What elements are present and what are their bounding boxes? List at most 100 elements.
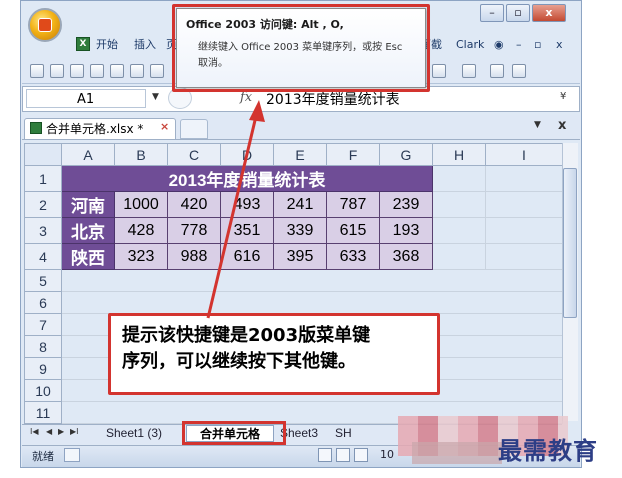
row-header[interactable]: 2: [24, 191, 62, 218]
cell[interactable]: [485, 243, 563, 270]
name-box[interactable]: A1: [26, 89, 146, 108]
data-cell[interactable]: 239: [379, 191, 433, 218]
column-header[interactable]: E: [273, 143, 327, 166]
data-cell[interactable]: 323: [114, 243, 168, 270]
formula-input[interactable]: 2013年度销量统计表: [266, 89, 400, 109]
tab-insert[interactable]: 插入: [134, 37, 156, 53]
ribbon-restore-button[interactable]: ▫: [534, 37, 541, 53]
window-minimize-button[interactable]: –: [480, 4, 504, 22]
city-cell[interactable]: 陕西: [61, 243, 115, 270]
column-header[interactable]: A: [61, 143, 115, 166]
column-header[interactable]: C: [167, 143, 221, 166]
column-header[interactable]: H: [432, 143, 486, 166]
data-cell[interactable]: 633: [326, 243, 380, 270]
data-cell[interactable]: 368: [379, 243, 433, 270]
document-close-button[interactable]: x: [558, 118, 566, 133]
row-header[interactable]: 10: [24, 379, 62, 402]
row-header[interactable]: 9: [24, 357, 62, 380]
normal-view-icon[interactable]: [318, 448, 332, 462]
ribbon-close-button[interactable]: x: [556, 37, 563, 53]
data-cell[interactable]: 615: [326, 217, 380, 244]
formula-expand-icon[interactable]: ¥: [560, 91, 566, 102]
borders-icon[interactable]: [462, 64, 476, 78]
data-cell[interactable]: 428: [114, 217, 168, 244]
macro-record-icon[interactable]: [64, 448, 80, 462]
data-cell[interactable]: 787: [326, 191, 380, 218]
data-cell[interactable]: 1000: [114, 191, 168, 218]
window-controls: – ▫ x: [480, 4, 568, 24]
workbook-icon: [30, 122, 42, 134]
city-cell[interactable]: 北京: [61, 217, 115, 244]
column-header[interactable]: B: [114, 143, 168, 166]
insert-function-icon[interactable]: fx: [240, 90, 252, 105]
column-header[interactable]: D: [220, 143, 274, 166]
name-box-value: A1: [77, 92, 95, 107]
data-cell[interactable]: 778: [167, 217, 221, 244]
ribbon-minimize-button[interactable]: –: [516, 37, 522, 53]
sheet-tab[interactable]: SH: [335, 425, 352, 442]
sheet-nav-first-icon[interactable]: I◀: [30, 427, 39, 436]
empty-row[interactable]: [61, 291, 563, 314]
page-break-view-icon[interactable]: [354, 448, 368, 462]
row-header[interactable]: 4: [24, 243, 62, 270]
sheet-nav-prev-icon[interactable]: ◀: [46, 427, 52, 436]
tab-list-dropdown-icon[interactable]: ▼: [534, 120, 541, 130]
new-document-tab-button[interactable]: [180, 119, 208, 139]
paste-icon[interactable]: [150, 64, 164, 78]
row-header[interactable]: 1: [24, 165, 62, 192]
sheet-nav-last-icon[interactable]: ▶I: [70, 427, 79, 436]
zoom-level[interactable]: 10: [380, 448, 394, 461]
new-file-icon[interactable]: [70, 64, 84, 78]
cut-icon[interactable]: [50, 64, 64, 78]
cell[interactable]: [432, 217, 486, 244]
data-cell[interactable]: 616: [220, 243, 274, 270]
window-restore-button[interactable]: ▫: [505, 4, 530, 22]
empty-row[interactable]: [61, 269, 563, 292]
data-cell[interactable]: 395: [273, 243, 327, 270]
merge-cells-icon[interactable]: [490, 64, 504, 78]
page-layout-view-icon[interactable]: [336, 448, 350, 462]
data-cell[interactable]: 493: [220, 191, 274, 218]
print-preview-icon[interactable]: [110, 64, 124, 78]
tab-home[interactable]: 开始: [96, 37, 118, 53]
city-cell[interactable]: 河南: [61, 191, 115, 218]
row-header[interactable]: 3: [24, 217, 62, 244]
select-all-corner[interactable]: [24, 143, 62, 166]
data-cell[interactable]: 988: [167, 243, 221, 270]
cell[interactable]: [485, 165, 563, 192]
office-button-icon[interactable]: [28, 8, 62, 42]
save-icon[interactable]: [90, 64, 104, 78]
data-cell[interactable]: 351: [220, 217, 274, 244]
cell[interactable]: [432, 165, 486, 192]
sheet-nav-next-icon[interactable]: ▶: [58, 427, 64, 436]
row-header[interactable]: 8: [24, 335, 62, 358]
cell[interactable]: [485, 191, 563, 218]
name-box-dropdown-icon[interactable]: ▼: [152, 92, 159, 102]
sheet-tab[interactable]: Sheet1 (3): [106, 425, 162, 442]
fill-icon[interactable]: [512, 64, 526, 78]
font-color-icon[interactable]: [432, 64, 446, 78]
merged-title-cell[interactable]: 2013年度销量统计表: [61, 165, 433, 192]
spellcheck-icon[interactable]: [130, 64, 144, 78]
copy-icon[interactable]: [30, 64, 44, 78]
callout-text: 提示该快捷键是2003版菜单键 序列，可以继续按下其他键。: [122, 323, 438, 375]
column-header[interactable]: F: [326, 143, 380, 166]
cell[interactable]: [432, 191, 486, 218]
row-header[interactable]: 7: [24, 313, 62, 336]
data-cell[interactable]: 193: [379, 217, 433, 244]
cell[interactable]: [485, 217, 563, 244]
document-tab-close-icon[interactable]: ×: [160, 120, 169, 133]
row-header[interactable]: 11: [24, 401, 62, 424]
data-cell[interactable]: 339: [273, 217, 327, 244]
cell[interactable]: [432, 243, 486, 270]
row-header[interactable]: 5: [24, 269, 62, 292]
data-cell[interactable]: 420: [167, 191, 221, 218]
column-header[interactable]: I: [485, 143, 563, 166]
column-header[interactable]: G: [379, 143, 433, 166]
data-cell[interactable]: 241: [273, 191, 327, 218]
row-header[interactable]: 6: [24, 291, 62, 314]
help-icon[interactable]: ◉: [494, 37, 504, 53]
tab-clark[interactable]: Clark: [456, 37, 484, 53]
vertical-scrollbar-thumb[interactable]: [563, 168, 577, 318]
window-close-button[interactable]: x: [531, 4, 566, 22]
